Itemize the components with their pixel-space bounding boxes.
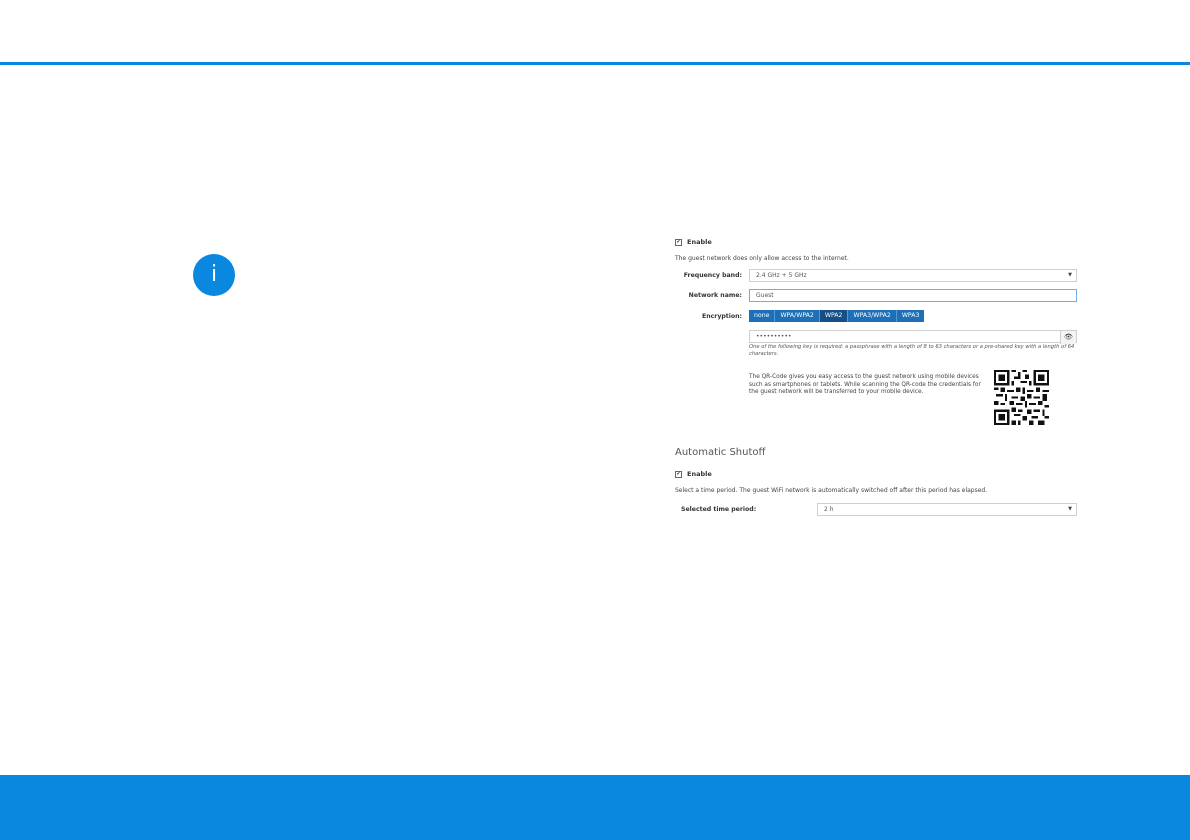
shutoff-enable-label: Enable [687, 470, 712, 478]
wifi-key-input[interactable]: •••••••••• 👁 [749, 330, 1077, 344]
network-name-value: Guest [756, 292, 774, 299]
guest-enable-row[interactable]: ✔ Enable [675, 238, 712, 246]
eye-icon[interactable]: 👁 [1060, 331, 1076, 344]
network-name-input[interactable]: Guest [749, 289, 1077, 302]
qr-code-icon [994, 370, 1049, 425]
footer-band [0, 775, 1190, 840]
info-icon: i [193, 254, 235, 296]
encryption-option-wpa3[interactable]: WPA3 [896, 310, 925, 322]
wifi-key-value: •••••••••• [756, 333, 792, 340]
frequency-band-value: 2.4 GHz + 5 GHz [756, 272, 807, 279]
time-period-select[interactable]: 2 h ▼ [817, 503, 1077, 516]
time-period-value: 2 h [824, 506, 834, 513]
qr-code-description: The QR-Code gives you easy access to the… [749, 374, 981, 396]
chevron-down-icon: ▼ [1068, 272, 1072, 278]
guest-network-note: The guest network does only allow access… [675, 255, 849, 262]
checkbox-checked-icon[interactable]: ✔ [675, 470, 682, 478]
frequency-band-label: Frequency band: [683, 272, 742, 279]
encryption-option-wpa2[interactable]: WPA2 [819, 310, 849, 322]
chevron-down-icon: ▼ [1068, 506, 1072, 512]
wifi-key-hint: One of the following key is required: a … [749, 344, 1075, 358]
frequency-band-select[interactable]: 2.4 GHz + 5 GHz ▼ [749, 269, 1077, 282]
top-rule [0, 62, 1190, 65]
encryption-option-wpa3-wpa2[interactable]: WPA3/WPA2 [848, 310, 897, 322]
network-name-label: Network name: [688, 292, 742, 299]
shutoff-note: Select a time period. The guest WiFi net… [675, 487, 988, 494]
time-period-label: Selected time period: [681, 506, 757, 513]
shutoff-enable-row[interactable]: ✔ Enable [675, 470, 712, 478]
checkbox-checked-icon[interactable]: ✔ [675, 238, 682, 246]
guest-enable-label: Enable [687, 238, 712, 246]
encryption-segmented-control: none WPA/WPA2 WPA2 WPA3/WPA2 WPA3 [749, 310, 925, 322]
encryption-option-wpa-wpa2[interactable]: WPA/WPA2 [775, 310, 820, 322]
encryption-option-none[interactable]: none [749, 310, 776, 322]
encryption-label: Encryption: [701, 313, 742, 320]
automatic-shutoff-heading: Automatic Shutoff [675, 447, 766, 458]
